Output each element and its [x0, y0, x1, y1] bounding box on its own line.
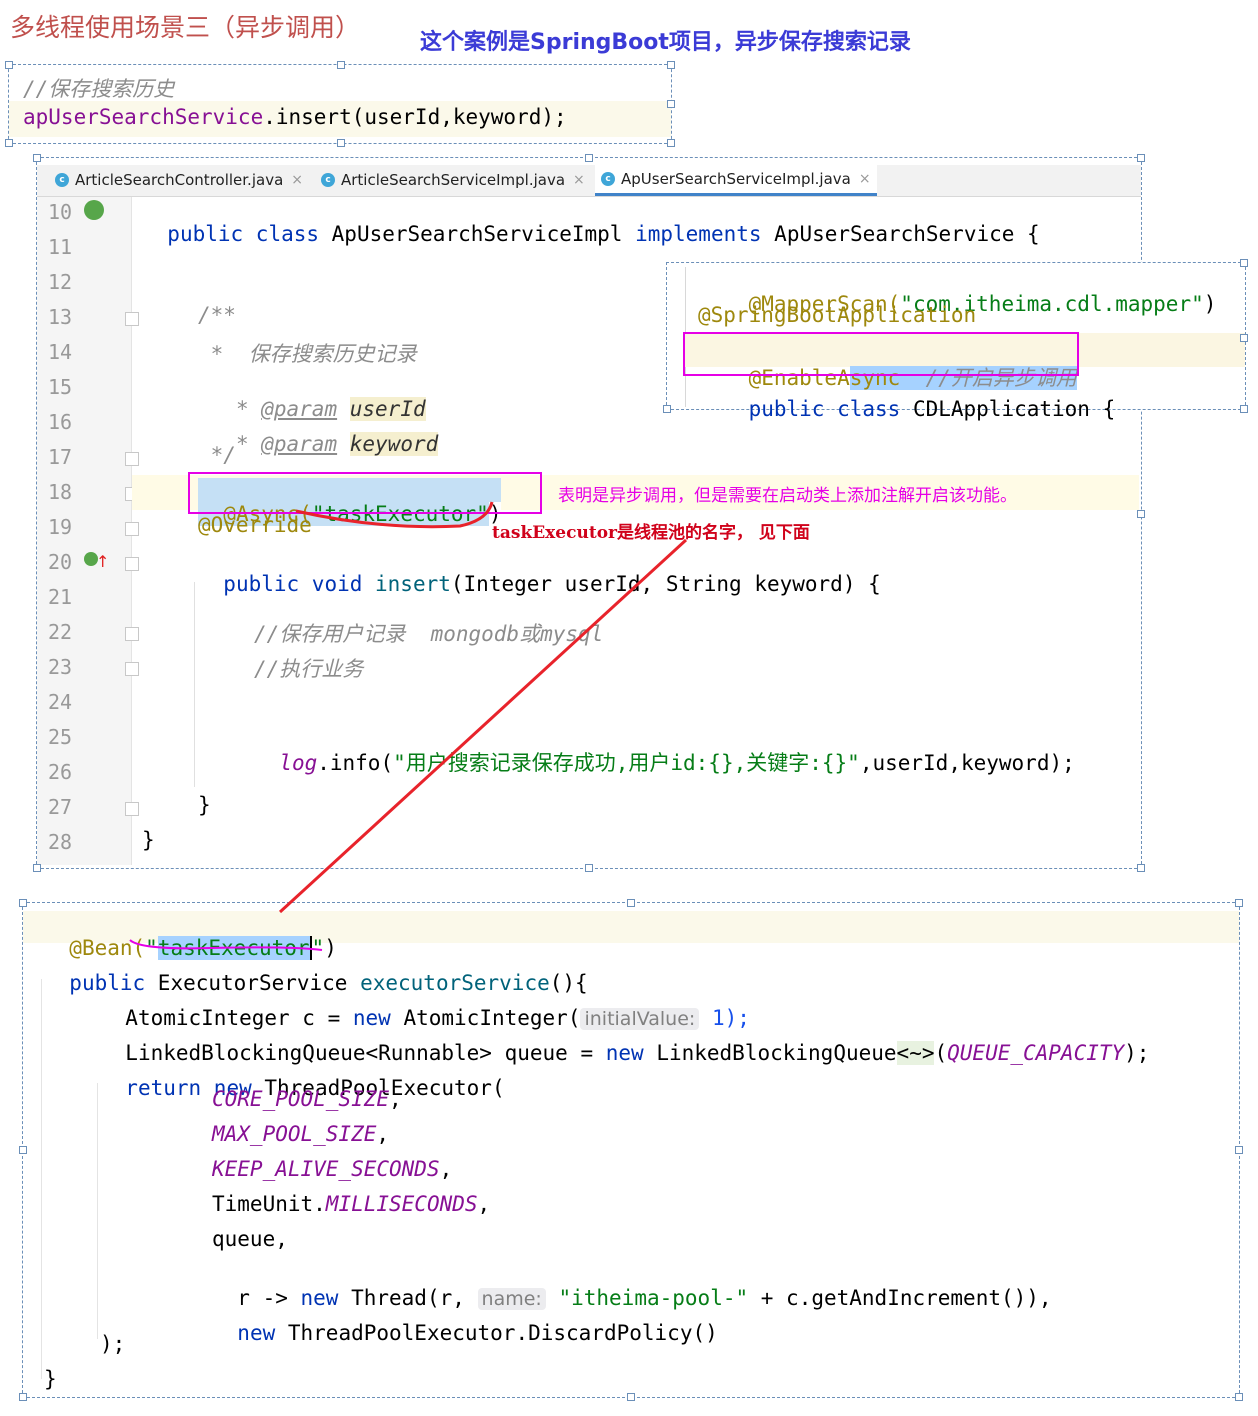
resize-handle[interactable] [19, 1393, 27, 1401]
resize-handle[interactable] [663, 405, 671, 413]
resize-handle[interactable] [667, 100, 675, 108]
resize-handle[interactable] [19, 899, 27, 907]
resize-handle[interactable] [1235, 899, 1243, 907]
resize-handle[interactable] [1137, 864, 1145, 872]
bean-underline [129, 939, 323, 951]
resize-handle[interactable] [1235, 1146, 1243, 1154]
resize-handle[interactable] [1240, 259, 1248, 267]
resize-handle[interactable] [1137, 154, 1145, 162]
resize-handle[interactable] [585, 154, 593, 162]
resize-handle[interactable] [33, 154, 41, 162]
resize-handle[interactable] [1137, 510, 1145, 518]
resize-handle[interactable] [585, 864, 593, 872]
connector-arrow [129, 501, 688, 951]
resize-handle[interactable] [33, 864, 41, 872]
arrow-curve [295, 501, 494, 529]
resize-handle[interactable] [667, 139, 675, 147]
resize-handle[interactable] [19, 1146, 27, 1154]
resize-handle[interactable] [1235, 1393, 1243, 1401]
resize-handle[interactable] [667, 61, 675, 69]
arrow-line [278, 538, 688, 914]
resize-handle[interactable] [337, 61, 345, 69]
resize-handle[interactable] [1240, 405, 1248, 413]
resize-handle[interactable] [1240, 334, 1248, 342]
resize-handle[interactable] [5, 139, 13, 147]
resize-handle[interactable] [627, 899, 635, 907]
resize-handle[interactable] [337, 139, 345, 147]
resize-handle[interactable] [5, 61, 13, 69]
resize-handle[interactable] [627, 1393, 635, 1401]
